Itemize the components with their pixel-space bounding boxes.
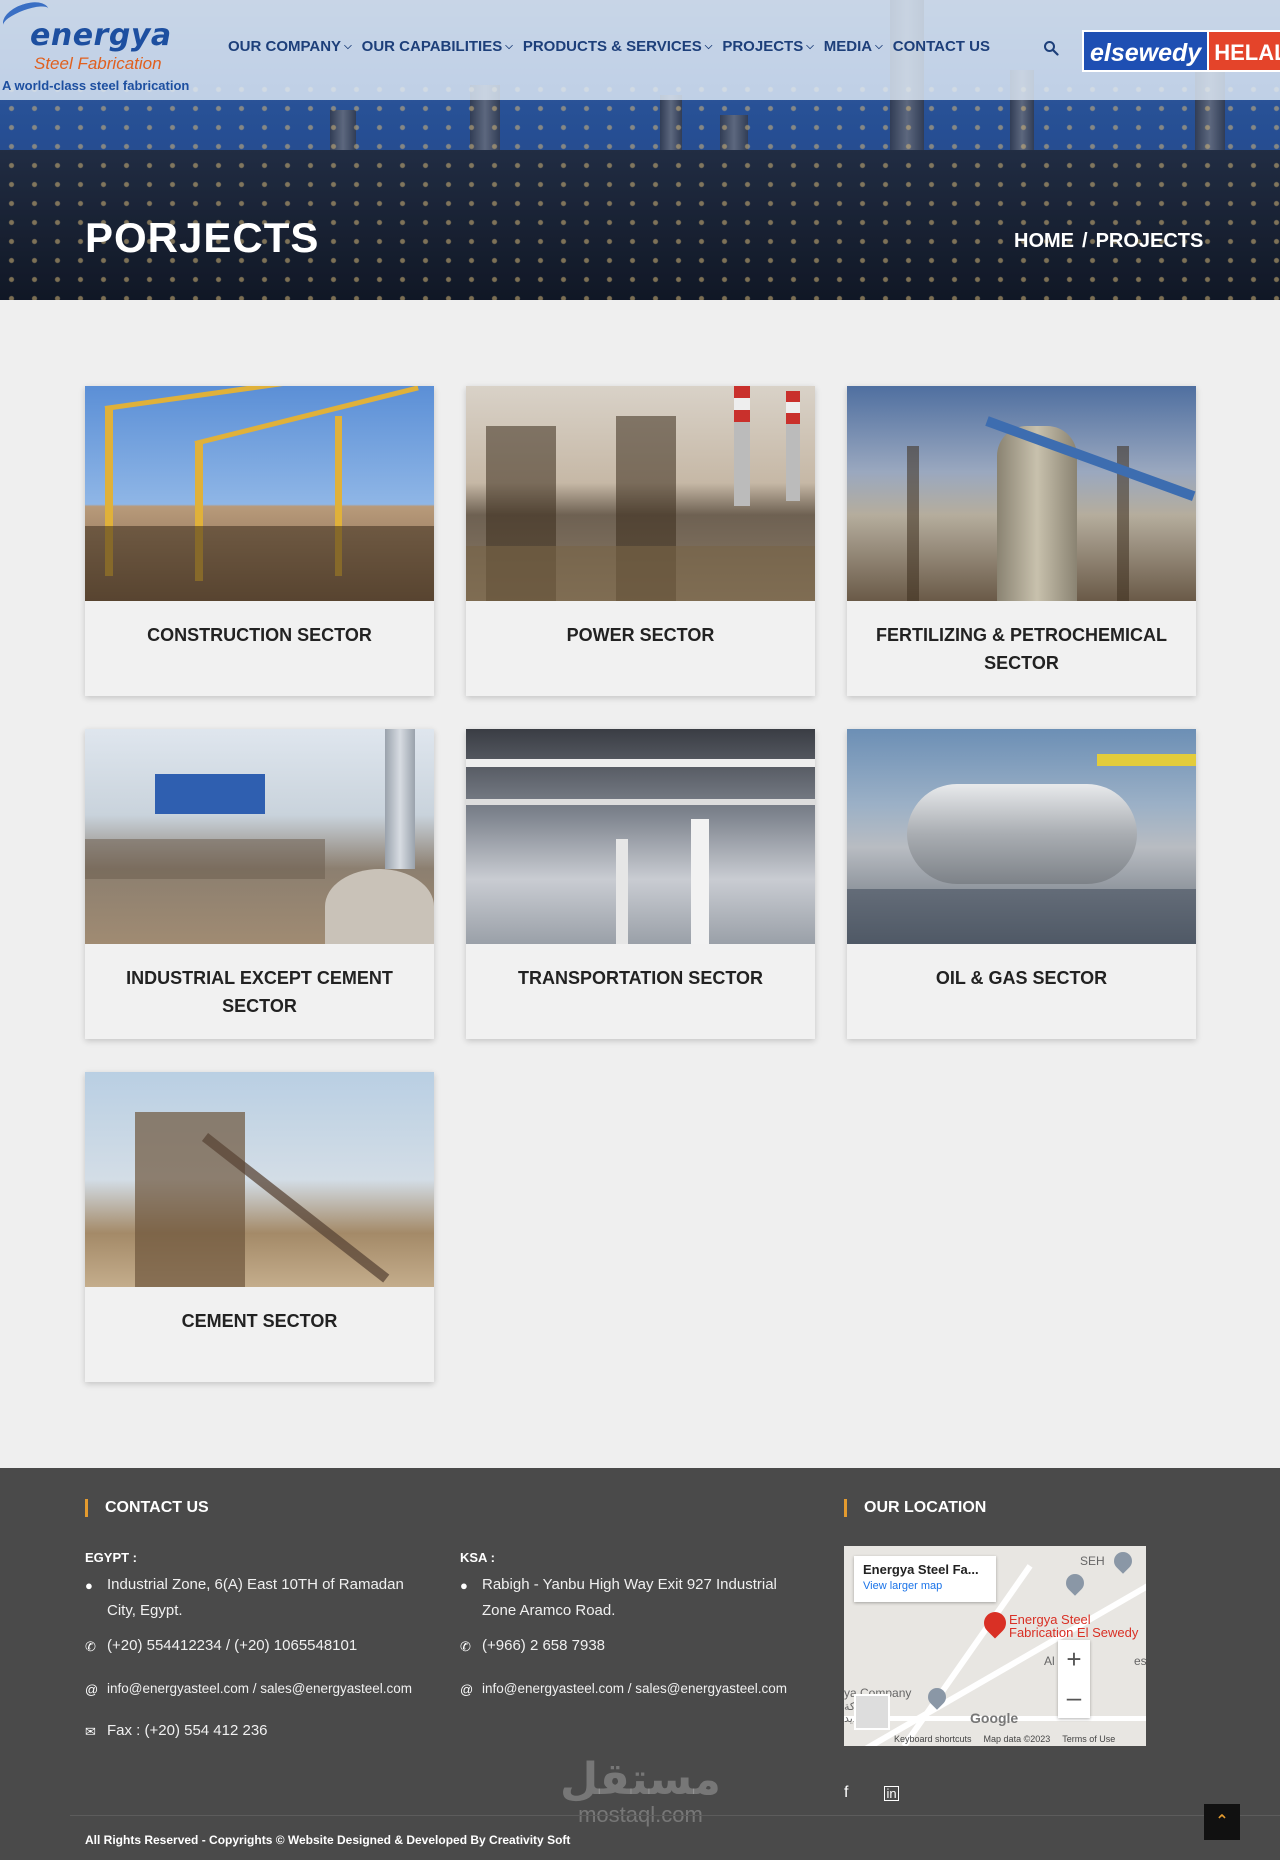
footer-divider	[70, 1815, 1280, 1816]
location-heading: OUR LOCATION	[844, 1499, 986, 1517]
phone-icon: ✆	[460, 1639, 471, 1654]
project-card-oil-gas[interactable]: OIL & GAS SECTOR	[847, 729, 1196, 1039]
location-map[interactable]: Energya Steel Fa... View larger map SEH …	[844, 1546, 1146, 1746]
nav-our-capabilities[interactable]: OUR CAPABILITIES ⌵	[362, 38, 513, 55]
egypt-address: ● Industrial Zone, 6(A) East 10TH of Ram…	[85, 1572, 425, 1624]
zoom-out-icon[interactable]: –	[1058, 1678, 1090, 1716]
ksa-title: KSA :	[460, 1550, 495, 1565]
map-street-view-thumb[interactable]	[854, 1694, 890, 1730]
project-label: OIL & GAS SECTOR	[935, 968, 1108, 988]
egypt-title: EGYPT :	[85, 1550, 138, 1565]
breadcrumb-current: PROJECTS	[1095, 230, 1204, 252]
at-icon: @	[460, 1682, 474, 1697]
project-image-oil-gas	[847, 729, 1196, 944]
energya-logo[interactable]: energya Steel Fabrication A world-class …	[0, 0, 202, 96]
project-image-power	[466, 386, 815, 601]
map-zoom-control: + –	[1058, 1640, 1090, 1718]
chevron-down-icon: ⌵	[875, 41, 883, 52]
map-marker-icon: ●	[460, 1578, 468, 1593]
envelope-icon: ✉	[85, 1724, 96, 1739]
egypt-email[interactable]: @ info@energyasteel.com / sales@energyas…	[85, 1676, 412, 1703]
project-image-transportation	[466, 729, 815, 944]
site-footer: CONTACT US OUR LOCATION EGYPT : ● Indust…	[0, 1468, 1280, 1860]
nav-our-company[interactable]: OUR COMPANY ⌵	[228, 38, 352, 55]
chevron-down-icon: ⌵	[505, 41, 513, 52]
nav-contact-us[interactable]: CONTACT US	[893, 38, 990, 55]
map-place-card: Energya Steel Fa... View larger map	[854, 1556, 996, 1602]
nav-media[interactable]: MEDIA ⌵	[824, 38, 883, 55]
nav-products-services[interactable]: PRODUCTS & SERVICES ⌵	[523, 38, 713, 55]
google-logo: Google	[970, 1710, 1019, 1726]
zoom-in-icon[interactable]: +	[1058, 1640, 1090, 1678]
contact-heading: CONTACT US	[85, 1499, 209, 1517]
egypt-phone[interactable]: ✆ (+20) 554412234 / (+20) 1065548101	[85, 1633, 357, 1660]
logo-tagline: A world-class steel fabrication	[2, 78, 190, 93]
search-icon[interactable]	[1043, 40, 1059, 56]
double-chevron-up-icon: ⌃	[1215, 1813, 1229, 1830]
project-label: POWER SECTOR	[566, 625, 715, 645]
map-pin-icon[interactable]	[1062, 1570, 1088, 1596]
facebook-icon[interactable]: f	[844, 1784, 848, 1802]
egypt-fax: ✉ Fax : (+20) 554 412 236	[85, 1718, 268, 1745]
breadcrumb: HOME / PROJECTS	[1014, 230, 1203, 253]
chevron-down-icon: ⌵	[704, 41, 713, 52]
project-card-cement[interactable]: CEMENT SECTOR	[85, 1072, 434, 1382]
project-image-industrial	[85, 729, 434, 944]
nav-projects[interactable]: PROJECTS ⌵	[722, 38, 813, 55]
logo-name: energya	[30, 18, 172, 53]
map-attribution: Keyboard shortcuts Map data ©2023 Terms …	[894, 1734, 1116, 1744]
linkedin-icon[interactable]: in	[884, 1786, 899, 1801]
project-label: CONSTRUCTION SECTOR	[147, 625, 372, 645]
page-title: PORJECTS	[85, 214, 320, 261]
project-label: INDUSTRIAL EXCEPT CEMENT SECTOR	[126, 968, 393, 1016]
project-image-construction	[85, 386, 434, 601]
project-label: FERTILIZING & PETROCHEMICAL SECTOR	[876, 625, 1167, 673]
chevron-down-icon: ⌵	[344, 41, 352, 52]
map-marker-label: Energya Steel Fabrication El Sewedy	[1009, 1612, 1139, 1640]
project-card-power[interactable]: POWER SECTOR	[466, 386, 815, 696]
ksa-phone[interactable]: ✆ (+966) 2 658 7938	[460, 1633, 605, 1660]
project-card-industrial[interactable]: INDUSTRIAL EXCEPT CEMENT SECTOR	[85, 729, 434, 1039]
ksa-address: ● Rabigh - Yanbu High Way Exit 927 Indus…	[460, 1572, 800, 1624]
top-navigation-bar: energya Steel Fabrication A world-class …	[0, 0, 1280, 100]
scroll-to-top-button[interactable]: ⌃	[1204, 1804, 1240, 1840]
project-card-transportation[interactable]: TRANSPORTATION SECTOR	[466, 729, 815, 1039]
breadcrumb-separator: /	[1082, 230, 1088, 252]
at-icon: @	[85, 1682, 99, 1697]
project-label: CEMENT SECTOR	[181, 1311, 338, 1331]
mostaql-watermark: مستقل mostaql.com	[560, 1755, 721, 1828]
elsewedy-helal-logo[interactable]: elsewedy HELAL	[1082, 30, 1280, 72]
breadcrumb-home[interactable]: HOME	[1014, 230, 1074, 253]
project-card-fertilizing[interactable]: FERTILIZING & PETROCHEMICAL SECTOR	[847, 386, 1196, 696]
ksa-email[interactable]: @ info@energyasteel.com / sales@energyas…	[460, 1676, 787, 1703]
map-marker-icon: ●	[85, 1578, 93, 1593]
project-image-fertilizing	[847, 386, 1196, 601]
project-image-cement	[85, 1072, 434, 1287]
map-pin-icon[interactable]	[1110, 1548, 1136, 1574]
project-label: TRANSPORTATION SECTOR	[517, 968, 763, 988]
copyright-text: All Rights Reserved - Copyrights © Websi…	[85, 1833, 571, 1847]
chevron-down-icon: ⌵	[806, 41, 814, 52]
view-larger-map-link[interactable]: View larger map	[863, 1580, 987, 1592]
logo-subtitle: Steel Fabrication	[34, 54, 162, 73]
main-nav: OUR COMPANY ⌵ OUR CAPABILITIES ⌵ PRODUCTS …	[228, 38, 1000, 55]
project-card-construction[interactable]: CONSTRUCTION SECTOR	[85, 386, 434, 696]
phone-icon: ✆	[85, 1639, 96, 1654]
